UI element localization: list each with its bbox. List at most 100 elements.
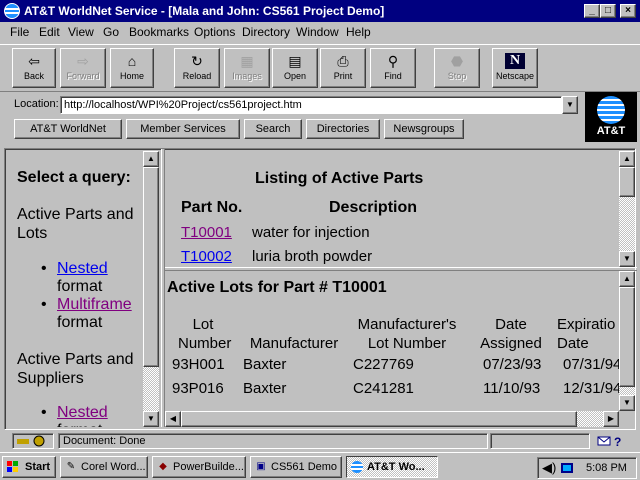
query-frame-scrollbar[interactable]: ▲ ▼ — [143, 151, 159, 427]
scroll-up-button[interactable]: ▲ — [619, 271, 635, 287]
location-bar: Location: http://localhost/WPI%20Project… — [0, 94, 585, 116]
col-expiration-label: Expiratio Date — [557, 316, 616, 352]
cell-manufacturer-lot: C241281 — [353, 380, 414, 397]
task-corel[interactable]: ✎ Corel Word... — [60, 456, 148, 478]
att-logo-text: AT&T — [596, 125, 626, 137]
part-description: water for injection — [252, 224, 370, 241]
network-icon[interactable] — [560, 461, 574, 475]
corel-icon: ✎ — [66, 461, 76, 472]
menu-options[interactable]: Options — [194, 25, 235, 39]
back-button[interactable]: ⇦ Back — [12, 48, 56, 88]
scroll-thumb[interactable] — [181, 411, 577, 427]
lots-header-row: Lot Number Manufacturer Manufacturer's L… — [165, 315, 635, 353]
forward-button[interactable]: ⇨ Forward — [60, 48, 106, 88]
menu-file[interactable]: File — [10, 25, 29, 39]
print-button[interactable]: ⎙ Print — [320, 48, 366, 88]
demo-icon: ▣ — [256, 461, 266, 472]
format-text: format — [57, 278, 103, 295]
find-button[interactable]: ⚲ Find — [370, 48, 416, 88]
table-row: 93H001 Baxter C227769 07/23/93 07/31/94 — [165, 353, 635, 377]
open-button[interactable]: ▤ Open — [272, 48, 318, 88]
scroll-down-button[interactable]: ▼ — [143, 411, 159, 427]
forward-arrow-icon: ⇨ — [77, 53, 89, 69]
scroll-thumb[interactable] — [619, 167, 635, 197]
lots-frame-vscrollbar[interactable]: ▲ ▼ — [619, 271, 635, 411]
home-icon: ⌂ — [127, 53, 137, 69]
nested-link-2[interactable]: Nested — [57, 404, 108, 422]
cell-lot-number: 93P016 — [172, 380, 224, 397]
scroll-right-button[interactable]: ▶ — [603, 411, 619, 427]
menu-window[interactable]: Window — [296, 25, 339, 39]
netscape-icon: N — [505, 53, 525, 69]
scroll-up-button[interactable]: ▲ — [143, 151, 159, 167]
lots-frame-hscrollbar[interactable]: ◀ ▶ — [165, 411, 619, 427]
url-field[interactable]: http://localhost/WPI%20Project/cs561proj… — [60, 96, 562, 114]
menu-help[interactable]: Help — [346, 25, 371, 39]
section-parts-lots: Active Parts and Lots — [17, 206, 134, 242]
scroll-down-button[interactable]: ▼ — [619, 395, 635, 411]
security-key-icon[interactable] — [12, 433, 54, 449]
menu-bookmarks[interactable]: Bookmarks — [129, 25, 189, 39]
home-button[interactable]: ⌂ Home — [110, 48, 154, 88]
mail-icon[interactable]: ? — [596, 433, 630, 449]
dir-btn-worldnet[interactable]: AT&T WorldNet — [14, 119, 122, 139]
task-label: PowerBuilde... — [173, 461, 244, 473]
task-cs561-demo[interactable]: ▣ CS561 Demo — [250, 456, 342, 478]
part-link[interactable]: T10002 — [181, 248, 232, 265]
task-label: CS561 Demo — [271, 461, 338, 473]
task-powerbuilder[interactable]: ◆ PowerBuilde... — [152, 456, 246, 478]
url-dropdown-button[interactable]: ▼ — [562, 96, 578, 114]
title-bar[interactable]: AT&T WorldNet Service - [Mala and John: … — [0, 0, 640, 22]
start-button[interactable]: Start — [2, 456, 56, 478]
bullet: • — [41, 260, 47, 277]
scroll-left-button[interactable]: ◀ — [165, 411, 181, 427]
menu-directory[interactable]: Directory — [242, 25, 290, 39]
att-globe-icon[interactable] — [4, 3, 20, 19]
reload-button[interactable]: ↻ Reload — [174, 48, 220, 88]
menu-view[interactable]: View — [68, 25, 94, 39]
part-link[interactable]: T10001 — [181, 224, 232, 241]
att-globe-icon — [597, 96, 625, 124]
nested-link-1[interactable]: Nested — [57, 260, 108, 278]
format-text: format — [57, 314, 103, 331]
images-icon: ▦ — [240, 53, 254, 69]
query-heading: Select a query: — [17, 169, 131, 186]
toolbar: ⇦ Back ⇨ Forward ⌂ Home ↻ Reload ▦ Image… — [0, 44, 640, 92]
scroll-up-button[interactable]: ▲ — [619, 151, 635, 167]
cell-date-assigned: 11/10/93 — [483, 380, 541, 397]
stop-icon: ⬣ — [450, 53, 464, 69]
close-button[interactable]: × — [620, 4, 636, 18]
images-button[interactable]: ▦ Images — [224, 48, 270, 88]
col-lot-number: Lot Number — [165, 315, 241, 353]
back-label: Back — [23, 71, 44, 81]
cell-date-assigned: 07/23/93 — [483, 356, 542, 373]
dir-btn-directories[interactable]: Directories — [306, 119, 380, 139]
menu-bar: File Edit View Go Bookmarks Options Dire… — [0, 22, 640, 42]
bullet: • — [41, 404, 47, 421]
dir-btn-newsgroups[interactable]: Newsgroups — [384, 119, 464, 139]
dir-btn-member-services[interactable]: Member Services — [126, 119, 240, 139]
multiframe-link[interactable]: Multiframe — [57, 296, 132, 314]
clock[interactable]: 5:08 PM — [586, 458, 627, 478]
scroll-down-button[interactable]: ▼ — [619, 251, 635, 267]
stop-button[interactable]: ⬣ Stop — [434, 48, 480, 88]
images-label: Images — [232, 71, 262, 81]
scroll-thumb[interactable] — [143, 167, 159, 367]
dir-btn-search[interactable]: Search — [244, 119, 302, 139]
netscape-button[interactable]: N Netscape — [492, 48, 538, 88]
parts-frame-scrollbar[interactable]: ▲ ▼ — [619, 151, 635, 267]
minimize-button[interactable]: _ — [584, 4, 600, 18]
menu-edit[interactable]: Edit — [39, 25, 60, 39]
att-logo[interactable]: AT&T — [585, 92, 637, 142]
reload-label: Reload — [182, 71, 212, 81]
menu-go[interactable]: Go — [103, 25, 119, 39]
col-lot-number-label: Lot Number — [178, 316, 232, 352]
scroll-thumb[interactable] — [619, 287, 635, 387]
speaker-icon[interactable]: ◀) — [542, 458, 556, 478]
status-bar: Document: Done ? — [0, 432, 640, 450]
maximize-button[interactable]: □ — [600, 4, 616, 18]
bullet: • — [41, 296, 47, 313]
cell-lot-number: 93H001 — [172, 356, 225, 373]
content-area: Select a query: Active Parts and Lots • … — [4, 148, 637, 430]
task-att-worldnet[interactable]: AT&T Wo... — [346, 456, 438, 478]
